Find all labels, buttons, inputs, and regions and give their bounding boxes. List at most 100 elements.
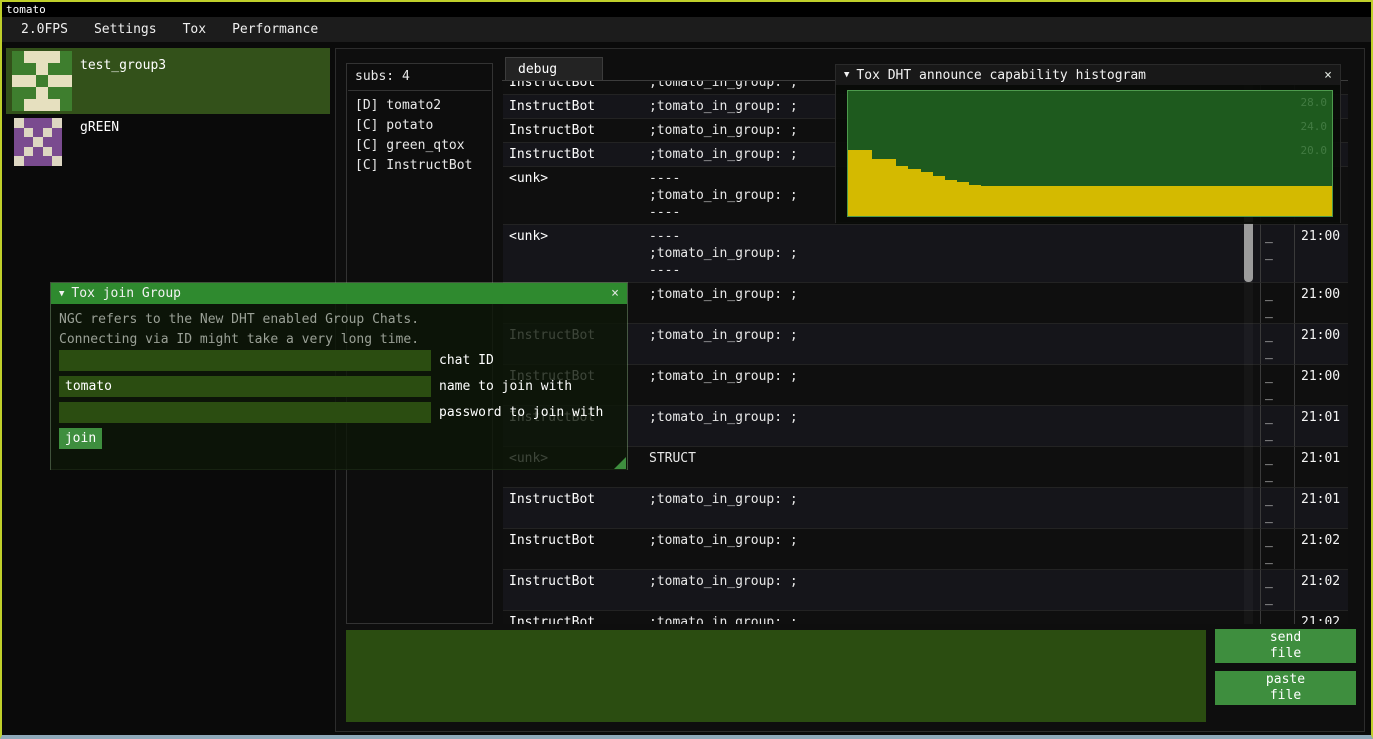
sidebar-item-gREEN[interactable]: gREEN <box>6 116 330 172</box>
join-description-line: NGC refers to the New DHT enabled Group … <box>59 312 419 327</box>
menu-performance[interactable]: Performance <box>219 17 331 42</box>
histogram-bar <box>1199 186 1211 216</box>
message-text: ;tomato_in_group: ; <box>643 406 1260 447</box>
message-text: ;tomato_in_group: ; <box>643 611 1260 624</box>
message-row[interactable]: InstructBot;tomato_in_group: ;_ _21:02 <box>503 611 1348 624</box>
member-item-tomato2[interactable]: [D] tomato2 <box>355 97 441 115</box>
message-row[interactable]: <unk>STRUCT_ _21:01 <box>503 447 1348 488</box>
menu-settings[interactable]: Settings <box>81 17 170 42</box>
window-title: tomato <box>2 2 1371 17</box>
message-time: 21:01 <box>1294 447 1348 488</box>
message-sender: InstructBot <box>503 119 643 143</box>
histogram-bar <box>993 186 1005 216</box>
y-axis-tick: 20.0 <box>1301 144 1328 157</box>
resize-grip[interactable] <box>614 457 626 469</box>
message-row[interactable]: InstructBot;tomato_in_group: ;_ _21:00 <box>503 283 1348 324</box>
paste-file-button[interactable]: paste file <box>1215 671 1356 705</box>
message-flags: _ _ <box>1260 283 1294 324</box>
member-item-instructbot[interactable]: [C] InstructBot <box>355 157 472 175</box>
histogram-bar <box>1042 186 1054 216</box>
message-text: STRUCT <box>643 447 1260 488</box>
join-name-label: name to join with <box>439 376 572 397</box>
histogram-bar <box>1162 186 1174 216</box>
message-time: 21:00 <box>1294 365 1348 406</box>
group-name: test_group3 <box>80 58 166 73</box>
message-flags: _ _ <box>1260 570 1294 611</box>
join-button[interactable]: join <box>59 428 102 449</box>
subs-count-label: subs: 4 <box>355 69 410 84</box>
message-sender: <unk> <box>503 225 643 283</box>
message-time: 21:01 <box>1294 488 1348 529</box>
send-file-button[interactable]: send file <box>1215 629 1356 663</box>
message-text: ;tomato_in_group: ; <box>643 324 1260 365</box>
close-icon[interactable]: × <box>611 286 619 301</box>
chat-id-label: chat ID <box>439 350 494 371</box>
histogram-bar <box>933 176 945 216</box>
message-row[interactable]: InstructBot;tomato_in_group: ;_ _21:01 <box>503 488 1348 529</box>
collapse-arrow-icon[interactable]: ▼ <box>844 70 849 80</box>
message-text: ---- ;tomato_in_group: ; ---- <box>643 225 1260 283</box>
histogram-bar <box>1211 186 1223 216</box>
histogram-bar <box>1308 186 1320 216</box>
message-row[interactable]: InstructBot;tomato_in_group: ;_ _21:01 <box>503 406 1348 447</box>
message-time: 21:02 <box>1294 570 1348 611</box>
menu-tox[interactable]: Tox <box>170 17 219 42</box>
message-row[interactable]: <unk>---- ;tomato_in_group: ; ----_ _21:… <box>503 225 1348 283</box>
member-item-potato[interactable]: [C] potato <box>355 117 433 135</box>
message-sender: <unk> <box>503 167 643 225</box>
histogram-bar <box>1126 186 1138 216</box>
histogram-bar <box>1102 186 1114 216</box>
join-window-titlebar[interactable]: ▼ Tox join Group × <box>51 283 627 304</box>
join-window-title: Tox join Group <box>71 286 181 301</box>
chat-id-input[interactable] <box>59 350 431 371</box>
histogram-bar <box>896 166 908 216</box>
members-divider <box>348 90 491 91</box>
message-row[interactable]: InstructBot;tomato_in_group: ;_ _21:00 <box>503 365 1348 406</box>
histogram-bar <box>981 186 993 216</box>
message-text: ;tomato_in_group: ; <box>643 570 1260 611</box>
join-password-label: password to join with <box>439 402 603 423</box>
message-time: 21:01 <box>1294 406 1348 447</box>
histogram-bar <box>1150 186 1162 216</box>
member-item-green_qtox[interactable]: [C] green_qtox <box>355 137 465 155</box>
histogram-bar <box>1320 186 1332 216</box>
join-group-window: ▼ Tox join Group × NGC refers to the New… <box>50 282 628 470</box>
message-flags: _ _ <box>1260 529 1294 570</box>
histogram-window-titlebar[interactable]: ▼ Tox DHT announce capability histogram … <box>836 65 1340 85</box>
message-sender: InstructBot <box>503 529 643 570</box>
histogram-bar <box>969 185 981 216</box>
join-name-input[interactable] <box>59 376 431 397</box>
histogram-bar <box>1017 186 1029 216</box>
histogram-bar <box>1259 186 1271 216</box>
message-row[interactable]: InstructBot;tomato_in_group: ;_ _21:02 <box>503 529 1348 570</box>
message-row[interactable]: InstructBot;tomato_in_group: ;_ _21:02 <box>503 570 1348 611</box>
histogram-bar <box>921 172 933 216</box>
message-text: ;tomato_in_group: ; <box>643 365 1260 406</box>
histogram-bar <box>957 182 969 216</box>
app-window: tomato 2.0FPS Settings Tox Performance t… <box>0 0 1373 739</box>
histogram-bar <box>1247 186 1259 216</box>
fps-indicator[interactable]: 2.0FPS <box>8 17 81 42</box>
histogram-bar <box>1283 186 1295 216</box>
histogram-bar <box>1138 186 1150 216</box>
collapse-arrow-icon[interactable]: ▼ <box>59 289 64 299</box>
message-text: ;tomato_in_group: ; <box>643 283 1260 324</box>
sidebar-item-test_group3[interactable]: test_group3 <box>6 48 330 114</box>
message-time: 21:02 <box>1294 611 1348 624</box>
histogram-bar <box>1078 186 1090 216</box>
histogram-bar <box>860 150 872 216</box>
histogram-bar <box>1295 186 1307 216</box>
message-sender: InstructBot <box>503 95 643 119</box>
close-icon[interactable]: × <box>1324 68 1332 83</box>
message-time: 21:02 <box>1294 529 1348 570</box>
message-time: 21:00 <box>1294 283 1348 324</box>
histogram-bar <box>1114 186 1126 216</box>
histogram-bar <box>1066 186 1078 216</box>
message-input[interactable] <box>346 630 1206 722</box>
message-flags: _ _ <box>1260 225 1294 283</box>
join-password-input[interactable] <box>59 402 431 423</box>
histogram-bar <box>908 169 920 217</box>
message-row[interactable]: InstructBot;tomato_in_group: ;_ _21:00 <box>503 324 1348 365</box>
message-sender: InstructBot <box>503 81 643 95</box>
tab-debug[interactable]: debug <box>505 57 603 81</box>
